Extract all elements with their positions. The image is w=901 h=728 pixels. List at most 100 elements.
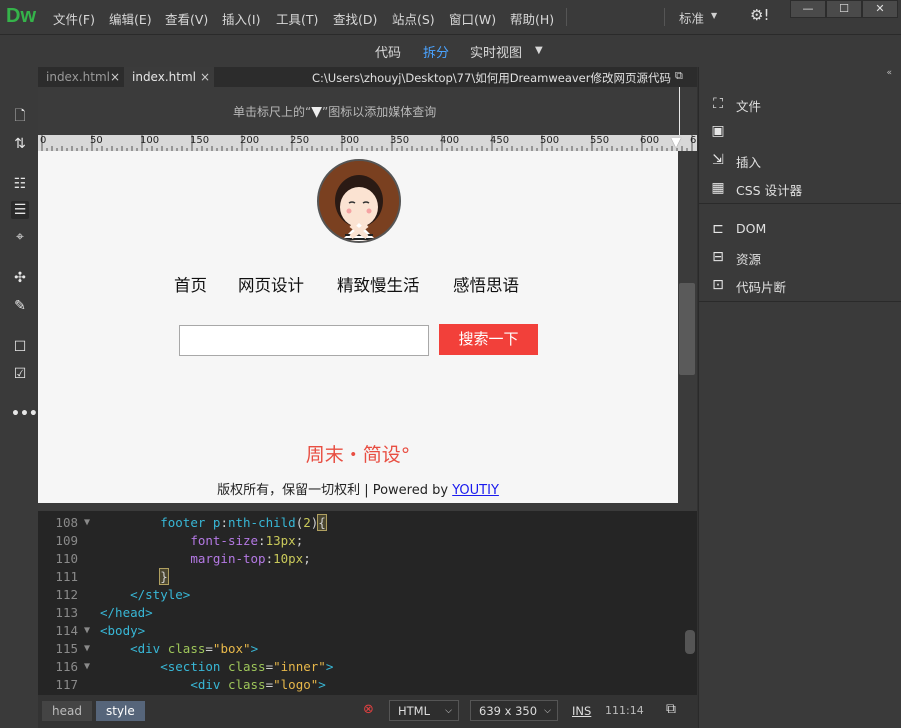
status-bar: head style ⊗ HTML ⌵ 639 x 350 ⌵ INS 111:14… <box>38 695 697 728</box>
more-icon[interactable]: ••• <box>11 405 38 423</box>
menu-insert[interactable]: 插入(I) <box>222 9 260 28</box>
nav-web-design[interactable]: 网页设计 <box>238 272 304 296</box>
split-divider[interactable] <box>38 503 697 511</box>
line-number: 111 <box>55 569 78 584</box>
fold-arrow-icon[interactable]: ▼ <box>84 658 90 676</box>
minimize-button[interactable]: — <box>790 0 826 18</box>
ruler-tick-label: 300 <box>340 135 360 146</box>
close-button[interactable]: ✕ <box>862 0 898 18</box>
language-value: HTML <box>398 704 431 718</box>
search-input[interactable] <box>179 325 429 356</box>
breadcrumb-head[interactable]: head <box>42 701 92 721</box>
menu-file[interactable]: 文件(F) <box>53 9 95 28</box>
menu-tools[interactable]: 工具(T) <box>276 9 318 28</box>
menu-window[interactable]: 窗口(W) <box>449 9 496 28</box>
chevron-down-icon: ⌵ <box>445 706 452 716</box>
close-icon[interactable]: × <box>110 67 120 87</box>
live-view-scrollbar-thumb[interactable] <box>679 283 695 375</box>
image-icon[interactable]: ▣ <box>709 122 727 140</box>
line-number: 114 <box>55 623 78 638</box>
menu-edit[interactable]: 编辑(E) <box>109 9 152 28</box>
window-size-select[interactable]: 639 x 350 ⌵ <box>470 700 558 721</box>
maximize-button[interactable]: ☐ <box>826 0 862 18</box>
powered-by-link[interactable]: YOUTIY <box>452 483 499 498</box>
fold-arrow-icon[interactable]: ▼ <box>84 514 90 532</box>
expand-arrows-icon[interactable]: ✣ <box>11 269 29 287</box>
copyright-line: 版权所有，保留一切权利 | Powered by YOUTIY <box>38 479 678 498</box>
live-view-button[interactable]: 实时视图 <box>470 42 522 61</box>
nav-home[interactable]: 首页 <box>174 272 207 296</box>
fold-arrow-icon[interactable]: ▼ <box>84 622 90 640</box>
error-icon[interactable]: ⊗ <box>363 702 374 717</box>
code-text: </style> <box>130 587 191 602</box>
code-scrollbar-thumb[interactable] <box>685 630 695 654</box>
dw-logo: Dw <box>6 5 36 27</box>
code-view-button[interactable]: 代码 <box>375 42 401 61</box>
panel-css-designer[interactable]: CSS 设计器 <box>736 180 802 199</box>
code-text: <section class="inner"> <box>160 659 334 674</box>
code-text: footer p:nth-child(2){ <box>160 514 327 531</box>
panel-insert[interactable]: 插入 <box>736 152 761 171</box>
fold-arrow-icon[interactable]: ▼ <box>84 640 90 658</box>
close-icon[interactable]: × <box>200 67 210 87</box>
tab-index-1[interactable]: index.html × <box>38 67 124 87</box>
caret-down-icon[interactable]: ▼ <box>711 11 717 20</box>
line-number: 109 <box>55 533 78 548</box>
media-query-marker-icon[interactable]: ▼ <box>671 135 681 150</box>
nav-slow-life[interactable]: 精致慢生活 <box>337 272 420 296</box>
panel-separator <box>699 301 901 302</box>
menu-help[interactable]: 帮助(H) <box>510 9 554 28</box>
search-button[interactable]: 搜索一下 <box>439 324 538 355</box>
gear-icon[interactable]: ⚙! <box>750 6 769 24</box>
restore-icon[interactable]: ⧉ <box>675 69 683 83</box>
menu-view[interactable]: 查看(V) <box>165 9 208 28</box>
format-icon[interactable]: ☑ <box>11 365 29 383</box>
collapse-panel-icon[interactable]: « <box>886 68 892 78</box>
code-text: <div class="logo"> <box>190 677 326 692</box>
nav-thoughts[interactable]: 感悟思语 <box>453 272 519 296</box>
code-editor[interactable]: 108 ▼ footer p:nth-child(2){109 font-size… <box>38 511 697 695</box>
code-text: margin-top:10px; <box>190 551 311 566</box>
assets-icon[interactable]: ⊟ <box>709 248 727 266</box>
sitemap-icon[interactable]: ⛶ <box>709 95 727 113</box>
menu-site[interactable]: 站点(S) <box>392 9 435 28</box>
ruler-tick-label: 100 <box>140 135 160 146</box>
document-tabs: index.html × index.html × C:\Users\zhouy… <box>38 67 697 100</box>
css-designer-icon[interactable]: ▦ <box>709 179 727 197</box>
tab-index-2[interactable]: index.html × <box>124 67 214 87</box>
view-switcher-bar: 代码 拆分 实时视图 ▼ <box>0 35 901 67</box>
site-brand: 周末・简设° <box>305 444 411 466</box>
inspect-list-icon[interactable]: ☷ <box>11 175 29 193</box>
sort-arrows-icon[interactable]: ⇅ <box>11 135 29 153</box>
new-document-icon[interactable]: 🗋 <box>11 107 29 125</box>
code-text: font-size:13px; <box>190 533 304 548</box>
menu-find[interactable]: 查找(D) <box>333 9 377 28</box>
split-view-button[interactable]: 拆分 <box>423 42 449 61</box>
language-select[interactable]: HTML ⌵ <box>389 700 459 721</box>
snippets-icon[interactable]: ⊡ <box>709 276 727 294</box>
insert-mode-indicator[interactable]: INS <box>572 704 591 718</box>
window-size-value: 639 x 350 <box>479 704 538 718</box>
target-icon[interactable]: ⌖ <box>11 228 29 246</box>
caret-down-icon[interactable]: ▼ <box>535 45 543 56</box>
avatar <box>317 159 401 243</box>
panel-files[interactable]: 文件 <box>736 96 761 115</box>
eyedropper-icon[interactable]: ✎ <box>11 297 29 315</box>
workspace-switcher[interactable]: 标准 <box>679 8 704 27</box>
cursor-position: 111:14 <box>605 704 644 717</box>
breadcrumb-style[interactable]: style <box>96 701 145 721</box>
panel-snippets[interactable]: 代码片断 <box>736 277 786 296</box>
left-toolbar: 🗋 ⇅ ☷ ☰ ⌖ ✣ ✎ ☐ ☑ ••• <box>0 67 39 728</box>
comment-icon[interactable]: ☐ <box>11 338 29 356</box>
panel-assets[interactable]: 资源 <box>736 249 761 268</box>
preview-icon[interactable]: ⧉ <box>666 701 676 717</box>
menu-divider <box>664 8 665 26</box>
dom-tree-icon[interactable]: ⊏ <box>709 220 727 238</box>
indent-lines-icon[interactable]: ☰ <box>11 201 29 219</box>
horizontal-ruler[interactable]: 0 50 100 150 200 250 300 350 400 450 500… <box>38 135 697 152</box>
code-text: } <box>159 568 169 585</box>
line-number: 110 <box>55 551 78 566</box>
insert-icon[interactable]: ⇲ <box>709 151 727 169</box>
line-number: 117 <box>55 677 78 692</box>
panel-dom[interactable]: DOM <box>736 221 766 236</box>
